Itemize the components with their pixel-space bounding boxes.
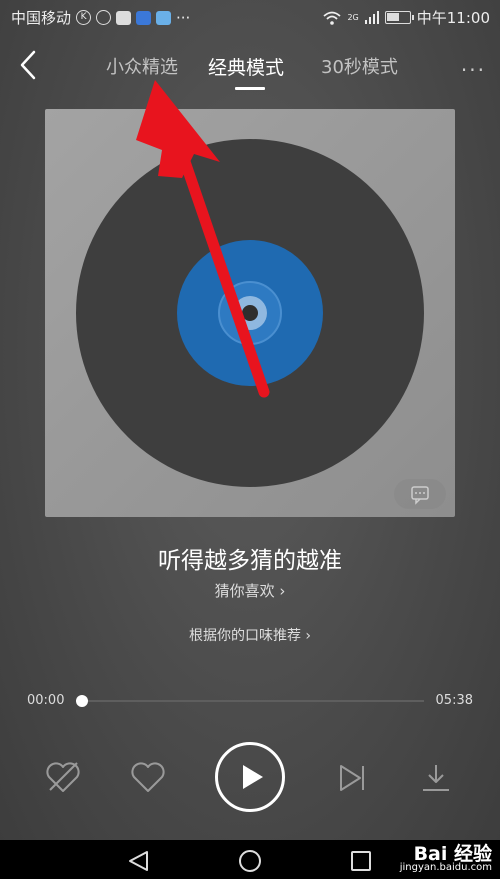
- comment-icon: [411, 486, 429, 505]
- recommend-by-taste-link[interactable]: 根据你的口味推荐 ›: [0, 625, 500, 645]
- paper-plane-icon: [156, 10, 172, 25]
- baidu-watermark: Bai 经验 jingyan.baidu.com: [399, 843, 492, 875]
- battery-icon: [384, 11, 414, 24]
- network-type: 2G: [347, 13, 359, 22]
- k-circle-icon: K: [76, 10, 92, 25]
- download-icon[interactable]: [420, 762, 452, 794]
- shield-icon: [136, 10, 152, 25]
- guess-you-like-link[interactable]: 猜你喜欢 ›: [0, 580, 500, 601]
- like-heart-icon[interactable]: [129, 760, 167, 794]
- next-track-icon[interactable]: [336, 762, 368, 794]
- song-title: 听得越多猜的越准: [158, 548, 342, 574]
- comment-button[interactable]: [394, 479, 446, 509]
- more-options-button[interactable]: ···: [461, 58, 486, 82]
- play-button[interactable]: [215, 742, 285, 812]
- recent-square-icon[interactable]: [350, 850, 372, 872]
- progress-handle[interactable]: [76, 695, 88, 707]
- more-notifications: ···: [176, 8, 191, 27]
- total-time: 05:38: [435, 693, 473, 708]
- app-notification-icon: [116, 10, 132, 25]
- dislike-heart-icon[interactable]: [44, 760, 82, 794]
- tab-niche-picks[interactable]: 小众精选: [106, 53, 178, 79]
- camera-circle-icon: [96, 10, 112, 25]
- carrier-label: 中国移动: [11, 9, 72, 27]
- tab-classic-mode[interactable]: 经典模式: [208, 53, 284, 80]
- play-icon: [243, 765, 263, 789]
- home-circle-icon[interactable]: [238, 849, 262, 873]
- tab-30s-mode[interactable]: 30秒模式: [321, 53, 398, 79]
- clock: 中午11:00: [416, 9, 490, 27]
- system-nav-bar: Bai 经验 jingyan.baidu.com: [0, 840, 500, 879]
- record-spindle-hole: [242, 305, 258, 321]
- wifi-icon: [323, 11, 342, 25]
- active-tab-indicator: [235, 87, 265, 90]
- status-bar: 中国移动 K ··· 2G 中午11:00: [0, 0, 500, 34]
- back-triangle-icon[interactable]: [127, 850, 151, 872]
- watermark-brand: Bai 经验: [413, 843, 492, 865]
- progress-track[interactable]: [82, 700, 424, 702]
- watermark-url: jingyan.baidu.com: [399, 862, 492, 873]
- current-time: 00:00: [27, 693, 65, 708]
- signal-icon: [364, 11, 379, 24]
